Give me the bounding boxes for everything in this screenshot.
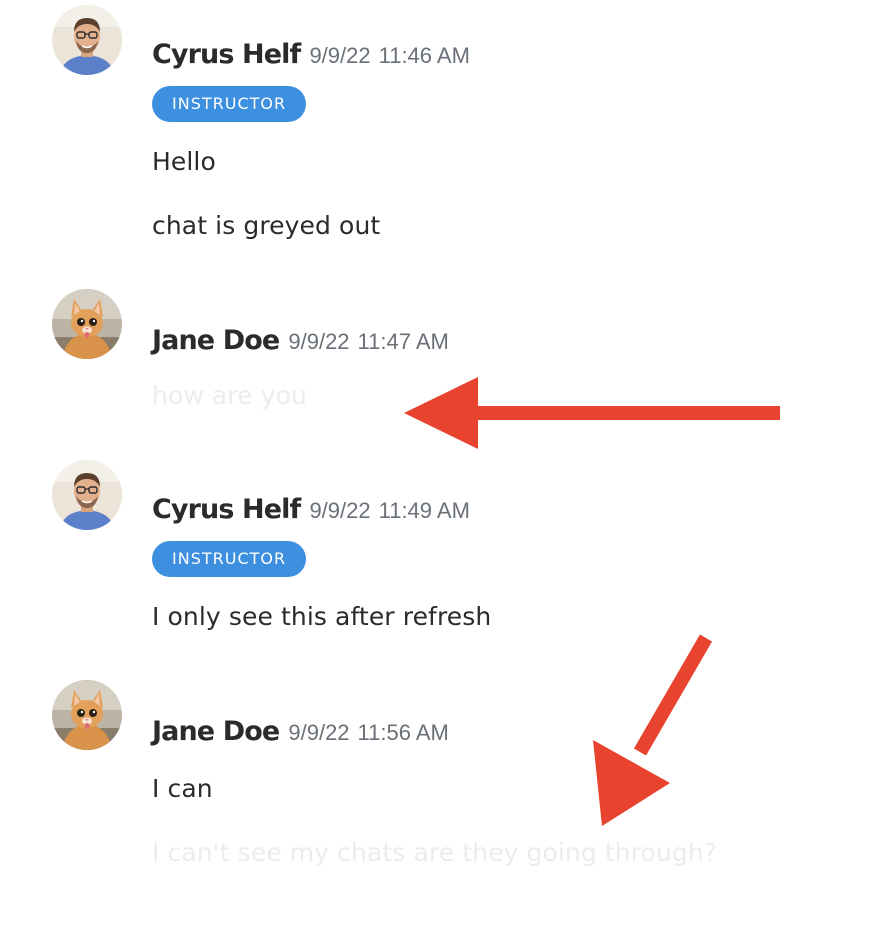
down-left-arrow-icon xyxy=(593,634,713,826)
left-arrow-icon xyxy=(404,377,780,449)
annotation-arrows xyxy=(404,377,780,826)
